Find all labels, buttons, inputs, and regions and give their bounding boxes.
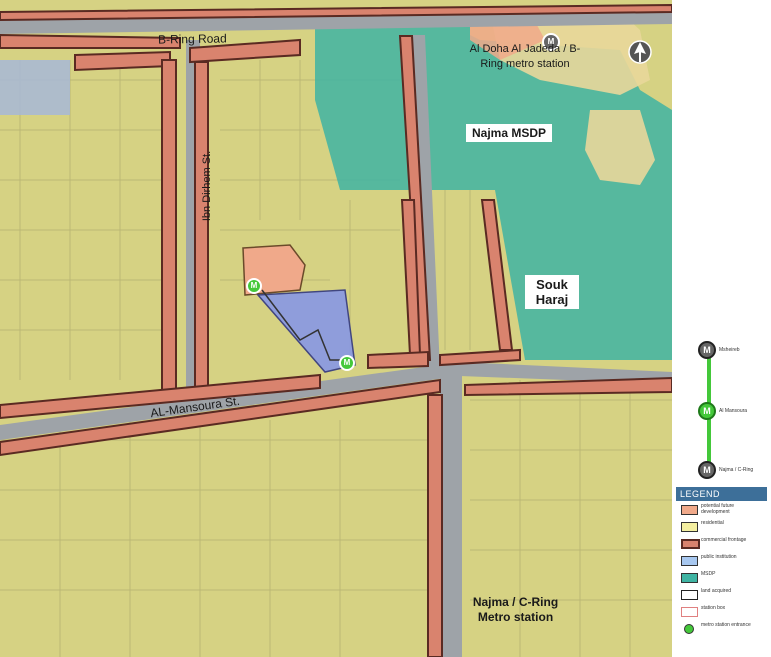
legend-item-future: potential future development bbox=[676, 501, 767, 518]
metro-stop-label-msheireb: Msheireb bbox=[719, 347, 740, 353]
legend-item-station-box: station box bbox=[676, 603, 767, 620]
legend-swatch bbox=[681, 522, 698, 532]
label-ibn-dirhem: Ibn Dirhem St. bbox=[201, 150, 213, 222]
legend-swatch bbox=[681, 573, 698, 583]
legend-swatch bbox=[681, 607, 698, 617]
legend-item-entrance: metro station entrance bbox=[676, 620, 767, 637]
legend-label: residential bbox=[701, 520, 724, 526]
legend-swatch bbox=[681, 505, 698, 515]
legend-swatch bbox=[681, 590, 698, 600]
metro-stop-najma[interactable]: M bbox=[698, 461, 716, 479]
legend-title: LEGEND bbox=[676, 487, 767, 501]
legend-item-msdp: MSDP bbox=[676, 569, 767, 586]
map-canvas[interactable]: M M M B-Ring Road Ibn Dirhem St. AL-Mans… bbox=[0, 0, 672, 657]
label-najma-c-ring: Najma / C-Ring Metro station bbox=[472, 595, 559, 624]
public-institution-nw bbox=[0, 60, 70, 115]
legend-swatch bbox=[681, 539, 700, 549]
map-layers bbox=[0, 0, 672, 657]
legend-label: MSDP bbox=[701, 571, 716, 577]
label-najma-msdp: Najma MSDP bbox=[466, 124, 553, 142]
metro-stop-msheireb[interactable]: M bbox=[698, 341, 716, 359]
legend-item-land: land acquired bbox=[676, 586, 767, 603]
legend-item-commercial: commercial frontage bbox=[676, 535, 767, 552]
legend-swatch bbox=[684, 624, 694, 634]
legend-swatch bbox=[681, 556, 698, 566]
north-arrow-icon bbox=[628, 40, 652, 64]
legend: LEGEND potential future development resi… bbox=[676, 487, 767, 652]
legend-label: land acquired bbox=[701, 588, 732, 594]
legend-item-public: public institution bbox=[676, 552, 767, 569]
label-b-ring-road: B-Ring Road bbox=[157, 31, 227, 47]
legend-label: metro station entrance bbox=[701, 622, 751, 628]
metro-stop-label-najma: Najma / C-Ring bbox=[719, 467, 754, 473]
label-souk-haraj: Souk Haraj bbox=[525, 275, 579, 309]
legend-label: public institution bbox=[701, 554, 737, 560]
metro-entrance-marker-2[interactable]: M bbox=[339, 355, 355, 371]
metro-stop-al-mansoura[interactable]: M bbox=[698, 402, 716, 420]
legend-item-residential: residential bbox=[676, 518, 767, 535]
legend-label: commercial frontage bbox=[701, 537, 747, 543]
metro-entrance-marker-1[interactable]: M bbox=[246, 278, 262, 294]
legend-label: station box bbox=[701, 605, 726, 611]
metro-stop-label-al-mansoura: Al Mansoura bbox=[719, 408, 748, 414]
legend-label: potential future development bbox=[701, 503, 735, 515]
label-al-doha-station: Al Doha Al Jadeda / B-Ring metro station bbox=[469, 43, 581, 70]
